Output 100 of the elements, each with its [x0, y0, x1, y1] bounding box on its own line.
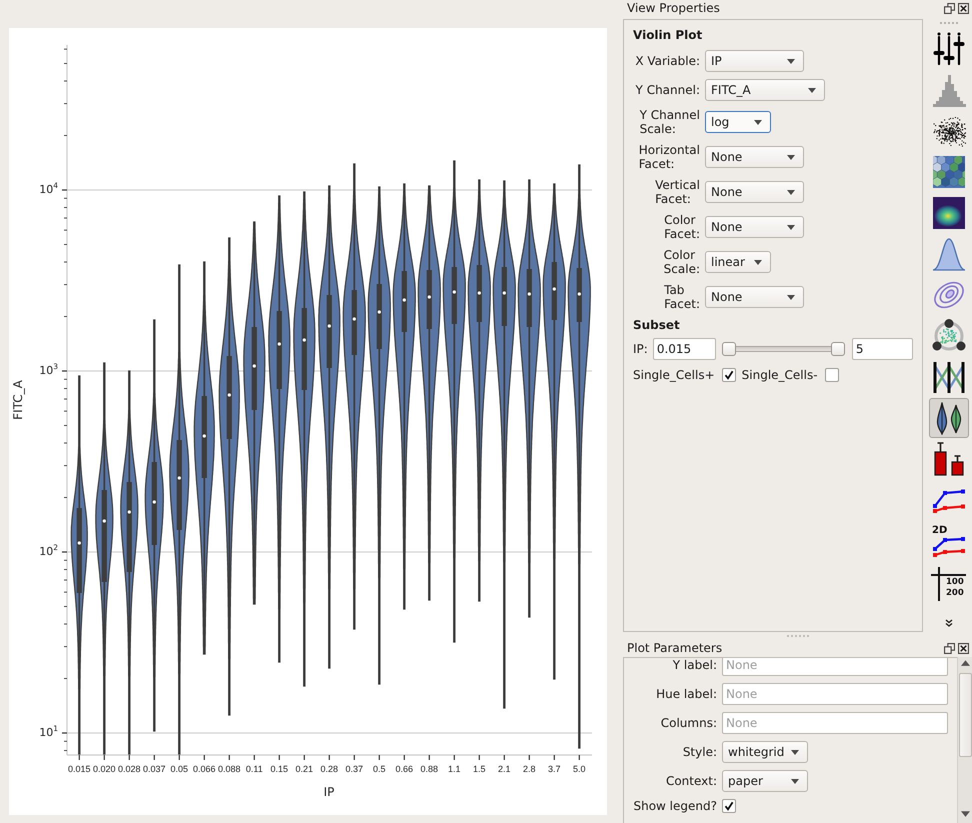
x-tick-label: 1.5	[473, 763, 486, 775]
x-tick-label: 0.066	[193, 763, 216, 775]
y-tick-label: 10$^{4}$	[39, 182, 58, 197]
field-label: Context:	[666, 774, 717, 788]
parallel-lines-icon	[932, 360, 966, 394]
checkbox[interactable]	[824, 368, 839, 382]
double-chevron-icon	[945, 619, 953, 627]
float-window-icon	[944, 3, 955, 14]
float-button[interactable]	[944, 3, 955, 14]
heatmap-icon	[932, 196, 966, 230]
x-tick-label: 0.28	[320, 763, 338, 775]
x-tick-label: 0.15	[270, 763, 288, 775]
x-tick-label: 0.5	[373, 763, 386, 775]
y-tick-label: 10$^{3}$	[39, 363, 58, 378]
dropdown[interactable]: None	[705, 146, 804, 168]
range-max-field[interactable]: 5	[852, 338, 913, 360]
section-heading: Violin Plot	[633, 28, 704, 42]
line-plot-2d-button[interactable]: 2D	[929, 521, 969, 561]
close-icon	[958, 3, 969, 14]
field-label: Y label:	[672, 658, 717, 672]
checkbox[interactable]	[722, 799, 736, 813]
bell-curve-icon	[932, 237, 966, 271]
caret-icon	[787, 58, 795, 64]
caret-icon	[787, 154, 795, 160]
caret-icon	[787, 294, 795, 300]
caret-icon	[791, 750, 799, 754]
close-button[interactable]	[958, 643, 969, 654]
x-tick-label: 0.11	[246, 763, 263, 775]
text-field[interactable]: None	[722, 683, 948, 705]
caret-icon	[787, 224, 795, 230]
x-tick-label: 1.1	[448, 763, 461, 775]
x-tick-label: 0.37	[346, 763, 364, 775]
dropdown[interactable]: None	[705, 286, 804, 308]
field-label: Color Scale:	[664, 248, 700, 276]
dropdown[interactable]: whitegrid	[722, 741, 808, 763]
panel-title: View Properties	[627, 1, 720, 16]
dropdown[interactable]: FITC_A	[705, 79, 825, 101]
x-tick-label: 0.05	[170, 763, 188, 775]
y-tick-label: 10$^{2}$	[39, 544, 58, 559]
float-window-icon	[944, 643, 955, 654]
x-tick-label: 0.037	[143, 763, 166, 775]
violin-plot-button[interactable]	[929, 398, 969, 438]
slider-handle[interactable]	[722, 342, 736, 356]
dropdown[interactable]: log	[705, 111, 771, 133]
field-label: Y Channel:	[636, 83, 700, 97]
up-arrow-icon	[960, 660, 970, 666]
close-icon	[958, 643, 969, 654]
x-tick-label: 0.020	[93, 763, 116, 775]
range-slider[interactable]	[722, 342, 845, 356]
x-tick-label: 5.0	[573, 763, 586, 775]
checkbox[interactable]	[722, 368, 736, 382]
x-tick-label: 0.88	[420, 763, 438, 775]
slider-handle[interactable]	[830, 342, 845, 356]
x-tick-label: 0.015	[68, 763, 91, 775]
scrollbar[interactable]	[957, 657, 972, 823]
close-button[interactable]	[958, 3, 969, 14]
field-label: Columns:	[660, 716, 717, 730]
x-tick-label: 0.21	[296, 763, 314, 775]
checkmark-icon	[724, 370, 734, 380]
section-heading: Subset	[633, 318, 681, 332]
scrollbar-thumb[interactable]	[958, 673, 972, 757]
field-label: Y Channel Scale:	[640, 108, 700, 136]
x-tick-label: 0.66	[396, 763, 414, 775]
dropdown[interactable]: None	[705, 216, 804, 238]
float-button[interactable]	[944, 643, 955, 654]
range-min-field[interactable]: 0.015	[652, 338, 716, 360]
down-arrow-icon	[960, 811, 970, 817]
dropdown[interactable]: IP	[705, 50, 804, 72]
line-chart-icon	[932, 536, 966, 558]
splitter-handle[interactable]	[786, 635, 808, 637]
statistics-button[interactable]: 100 200	[929, 562, 969, 602]
field-label: Vertical Facet:	[655, 178, 700, 206]
y-tick-label: 10$^{1}$	[39, 725, 58, 740]
y-axis-title: FITC_A	[11, 380, 25, 420]
caret-icon	[754, 120, 762, 124]
field-label: Show legend?	[633, 799, 717, 813]
checkmark-icon	[724, 801, 734, 811]
toolbar-handle[interactable]	[940, 22, 958, 24]
x-tick-label: 2.8	[523, 763, 536, 775]
caret-icon	[791, 778, 799, 784]
field-label: Tab Facet:	[664, 283, 700, 311]
text-field[interactable]: None	[722, 712, 948, 734]
dropdown[interactable]: linear	[705, 251, 771, 273]
x-tick-label: 0.028	[118, 763, 141, 775]
dropdown[interactable]: paper	[722, 770, 808, 792]
caret-icon	[808, 88, 816, 92]
dropdown[interactable]: None	[705, 181, 804, 203]
x-tick-label: 3.7	[548, 763, 561, 775]
bar-chart-icon	[932, 442, 966, 476]
panel-title: Plot Parameters	[627, 641, 722, 656]
field-label: Horizontal Facet:	[638, 143, 700, 171]
x-tick-label: 2.1	[498, 763, 511, 775]
scatter-plot-icon	[932, 114, 966, 148]
circle-nodes-icon	[932, 319, 966, 353]
text-field[interactable]: None	[722, 658, 948, 676]
field-label: IP:	[633, 342, 648, 356]
checkbox-label: Single_Cells-	[742, 368, 818, 382]
histogram-icon	[932, 73, 966, 107]
sliders-icon	[932, 32, 966, 66]
x-tick-label: 0.088	[218, 763, 241, 775]
